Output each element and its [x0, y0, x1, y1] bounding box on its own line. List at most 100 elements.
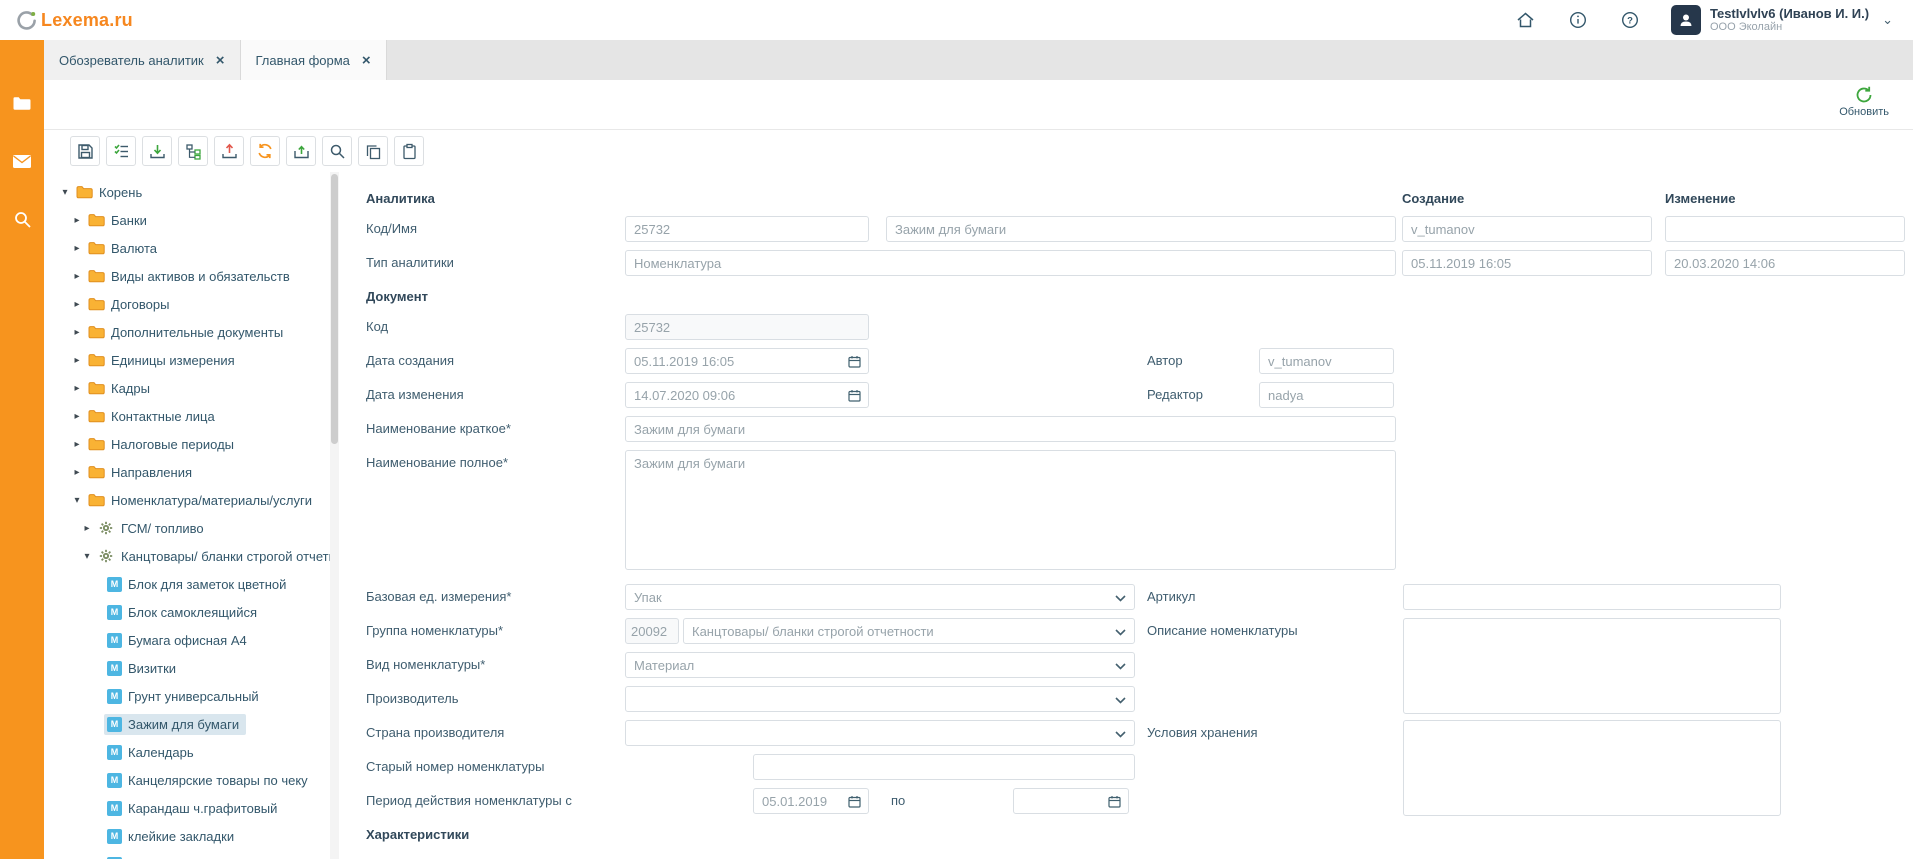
modification-date-input[interactable]: [1665, 250, 1905, 276]
expand-arrow-icon[interactable]: ▸: [70, 467, 84, 478]
search-button[interactable]: [322, 136, 352, 166]
tree-item[interactable]: ▾Корень: [44, 178, 339, 206]
search-icon[interactable]: [9, 206, 35, 232]
tree-item[interactable]: ▸Кадры: [44, 374, 339, 402]
tree-item[interactable]: ▸Виды активов и обязательств: [44, 262, 339, 290]
mail-icon[interactable]: [9, 148, 35, 174]
tab-main-form[interactable]: Главная форма ×: [241, 40, 387, 80]
calendar-icon[interactable]: [1108, 795, 1121, 808]
tree-item[interactable]: ▾Канцтовары/ бланки строгой отчетности: [44, 542, 339, 570]
tab-analytics-browser[interactable]: Обозреватель аналитик ×: [44, 40, 241, 80]
scrollbar-thumb[interactable]: [331, 174, 338, 444]
calendar-icon[interactable]: [848, 389, 861, 402]
sync-button[interactable]: [250, 136, 280, 166]
creation-date-input[interactable]: [1402, 250, 1652, 276]
manufacturer-select[interactable]: [625, 686, 1135, 712]
base-unit-select[interactable]: Упак: [625, 584, 1135, 610]
import-button[interactable]: [142, 136, 172, 166]
storage-textarea[interactable]: [1403, 720, 1781, 816]
tree-item[interactable]: MГрунт универсальный: [44, 682, 339, 710]
export-button[interactable]: [214, 136, 244, 166]
tree-item[interactable]: MВизитки: [44, 654, 339, 682]
expand-arrow-icon[interactable]: ▸: [70, 439, 84, 450]
country-select[interactable]: [625, 720, 1135, 746]
description-textarea[interactable]: [1403, 618, 1781, 714]
expand-arrow-icon[interactable]: ▸: [70, 215, 84, 226]
save-button[interactable]: [70, 136, 100, 166]
upload-button[interactable]: [286, 136, 316, 166]
user-menu[interactable]: TestIvlvlv6 (Иванов И. И.) ООО Эколайн ⌄: [1671, 5, 1893, 35]
document-code-input[interactable]: [625, 314, 869, 340]
old-number-input[interactable]: [753, 754, 1135, 780]
tree-item[interactable]: ▸ Дополнительные документы: [44, 318, 339, 346]
tree-item[interactable]: ▸ГСМ/ топливо: [44, 514, 339, 542]
folder-icon[interactable]: [9, 90, 35, 116]
calendar-icon[interactable]: [848, 795, 861, 808]
expand-arrow-icon[interactable]: ▸: [70, 327, 84, 338]
editor-input[interactable]: [1259, 382, 1394, 408]
expand-arrow-icon[interactable]: ▸: [70, 383, 84, 394]
tree-item[interactable]: MБумага офисная А4: [44, 626, 339, 654]
date-modified-input[interactable]: 14.07.2020 09:06: [625, 382, 869, 408]
tree-structure-button[interactable]: [178, 136, 208, 166]
expand-arrow-icon[interactable]: ▸: [70, 271, 84, 282]
refresh-button[interactable]: Обновить: [1839, 85, 1889, 118]
expand-arrow-icon[interactable]: ▸: [70, 355, 84, 366]
expand-arrow-icon[interactable]: ▸: [70, 411, 84, 422]
list-check-button[interactable]: [106, 136, 136, 166]
tree-item[interactable]: MКарандаш ч.графитовый: [44, 794, 339, 822]
help-icon[interactable]: ?: [1619, 9, 1641, 31]
tree-item[interactable]: ▸Валюта: [44, 234, 339, 262]
expand-arrow-icon[interactable]: ▸: [80, 523, 94, 534]
date-created-input[interactable]: 05.11.2019 16:05: [625, 348, 869, 374]
code-input[interactable]: [625, 216, 869, 242]
author-input[interactable]: [1259, 348, 1394, 374]
field-label: Страна производителя: [366, 725, 504, 740]
tree-item[interactable]: ▸Единицы измерения: [44, 346, 339, 374]
tree-item-label: Дополнительные документы: [111, 325, 283, 340]
collapse-arrow-icon[interactable]: ▾: [70, 495, 84, 506]
close-icon[interactable]: ×: [216, 53, 225, 68]
close-icon[interactable]: ×: [362, 53, 371, 68]
group-code-input[interactable]: [625, 618, 679, 644]
tree-item[interactable]: Mклейкие закладки: [44, 822, 339, 850]
article-input[interactable]: [1403, 584, 1781, 610]
collapse-arrow-icon[interactable]: ▾: [58, 187, 72, 198]
copy-button[interactable]: [358, 136, 388, 166]
tree-item[interactable]: MКанцелярские товары по чеку: [44, 766, 339, 794]
collapse-arrow-icon[interactable]: ▾: [80, 551, 94, 562]
chevron-down-icon[interactable]: ⌄: [1882, 12, 1893, 28]
modification-user-input[interactable]: [1665, 216, 1905, 242]
tree-scrollbar[interactable]: [330, 172, 339, 859]
tree-item[interactable]: MКнижка трудовая: [44, 850, 339, 859]
period-from-input[interactable]: 05.01.2019: [753, 788, 869, 814]
paste-button[interactable]: [394, 136, 424, 166]
analytics-type-input[interactable]: [625, 250, 1396, 276]
field-label: Редактор: [1147, 387, 1203, 402]
tree-item[interactable]: MЗажим для бумаги: [44, 710, 339, 738]
tree-item[interactable]: ▸Банки: [44, 206, 339, 234]
period-to-input[interactable]: [1013, 788, 1129, 814]
tree-item[interactable]: ▸Контактные лица: [44, 402, 339, 430]
tree-item[interactable]: ▸Направления: [44, 458, 339, 486]
tree-item[interactable]: ▾Номенклатура/материалы/услуги: [44, 486, 339, 514]
logo[interactable]: Lexema.ru: [16, 10, 133, 31]
tree-item[interactable]: MКалендарь: [44, 738, 339, 766]
tree-item[interactable]: ▸Договоры: [44, 290, 339, 318]
top-header: Lexema.ru ? TestIvlvlv6 (Иванов И. И.) О…: [0, 0, 1913, 40]
creation-user-input[interactable]: [1402, 216, 1652, 242]
group-select[interactable]: Канцтовары/ бланки строгой отчетности: [683, 618, 1135, 644]
short-name-input[interactable]: [625, 416, 1396, 442]
kind-select[interactable]: Материал: [625, 652, 1135, 678]
expand-arrow-icon[interactable]: ▸: [70, 243, 84, 254]
info-icon[interactable]: [1567, 9, 1589, 31]
home-icon[interactable]: [1515, 9, 1537, 31]
full-name-textarea[interactable]: Зажим для бумаги: [625, 450, 1396, 570]
field-label: Вид номенклатуры*: [366, 657, 485, 672]
name-input[interactable]: [886, 216, 1396, 242]
tree-item[interactable]: ▸Налоговые периоды: [44, 430, 339, 458]
calendar-icon[interactable]: [848, 355, 861, 368]
tree-item[interactable]: MБлок для заметок цветной: [44, 570, 339, 598]
expand-arrow-icon[interactable]: ▸: [70, 299, 84, 310]
tree-item[interactable]: MБлок самоклеящийся: [44, 598, 339, 626]
